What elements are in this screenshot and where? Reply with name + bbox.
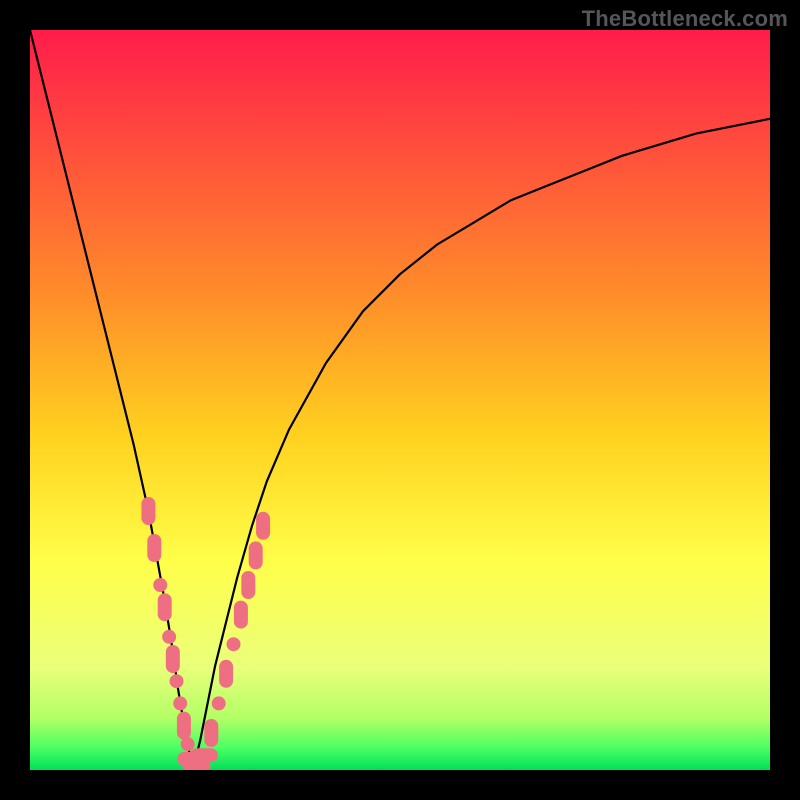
marker (177, 712, 191, 740)
marker (227, 637, 241, 651)
chart-frame: TheBottleneck.com (0, 0, 800, 800)
marker (158, 593, 172, 621)
watermark-text: TheBottleneck.com (582, 6, 788, 32)
marker (212, 696, 226, 710)
marker (166, 645, 180, 673)
marker (219, 660, 233, 688)
gradient-background (30, 30, 770, 770)
marker (204, 719, 218, 747)
marker (170, 674, 184, 688)
plot-area (30, 30, 770, 770)
marker (190, 748, 218, 762)
chart-svg (30, 30, 770, 770)
marker (249, 541, 263, 569)
marker (234, 601, 248, 629)
marker (153, 578, 167, 592)
marker (181, 737, 195, 751)
marker (147, 534, 161, 562)
marker (256, 512, 270, 540)
marker (241, 571, 255, 599)
marker (162, 630, 176, 644)
marker (173, 696, 187, 710)
marker (141, 497, 155, 525)
